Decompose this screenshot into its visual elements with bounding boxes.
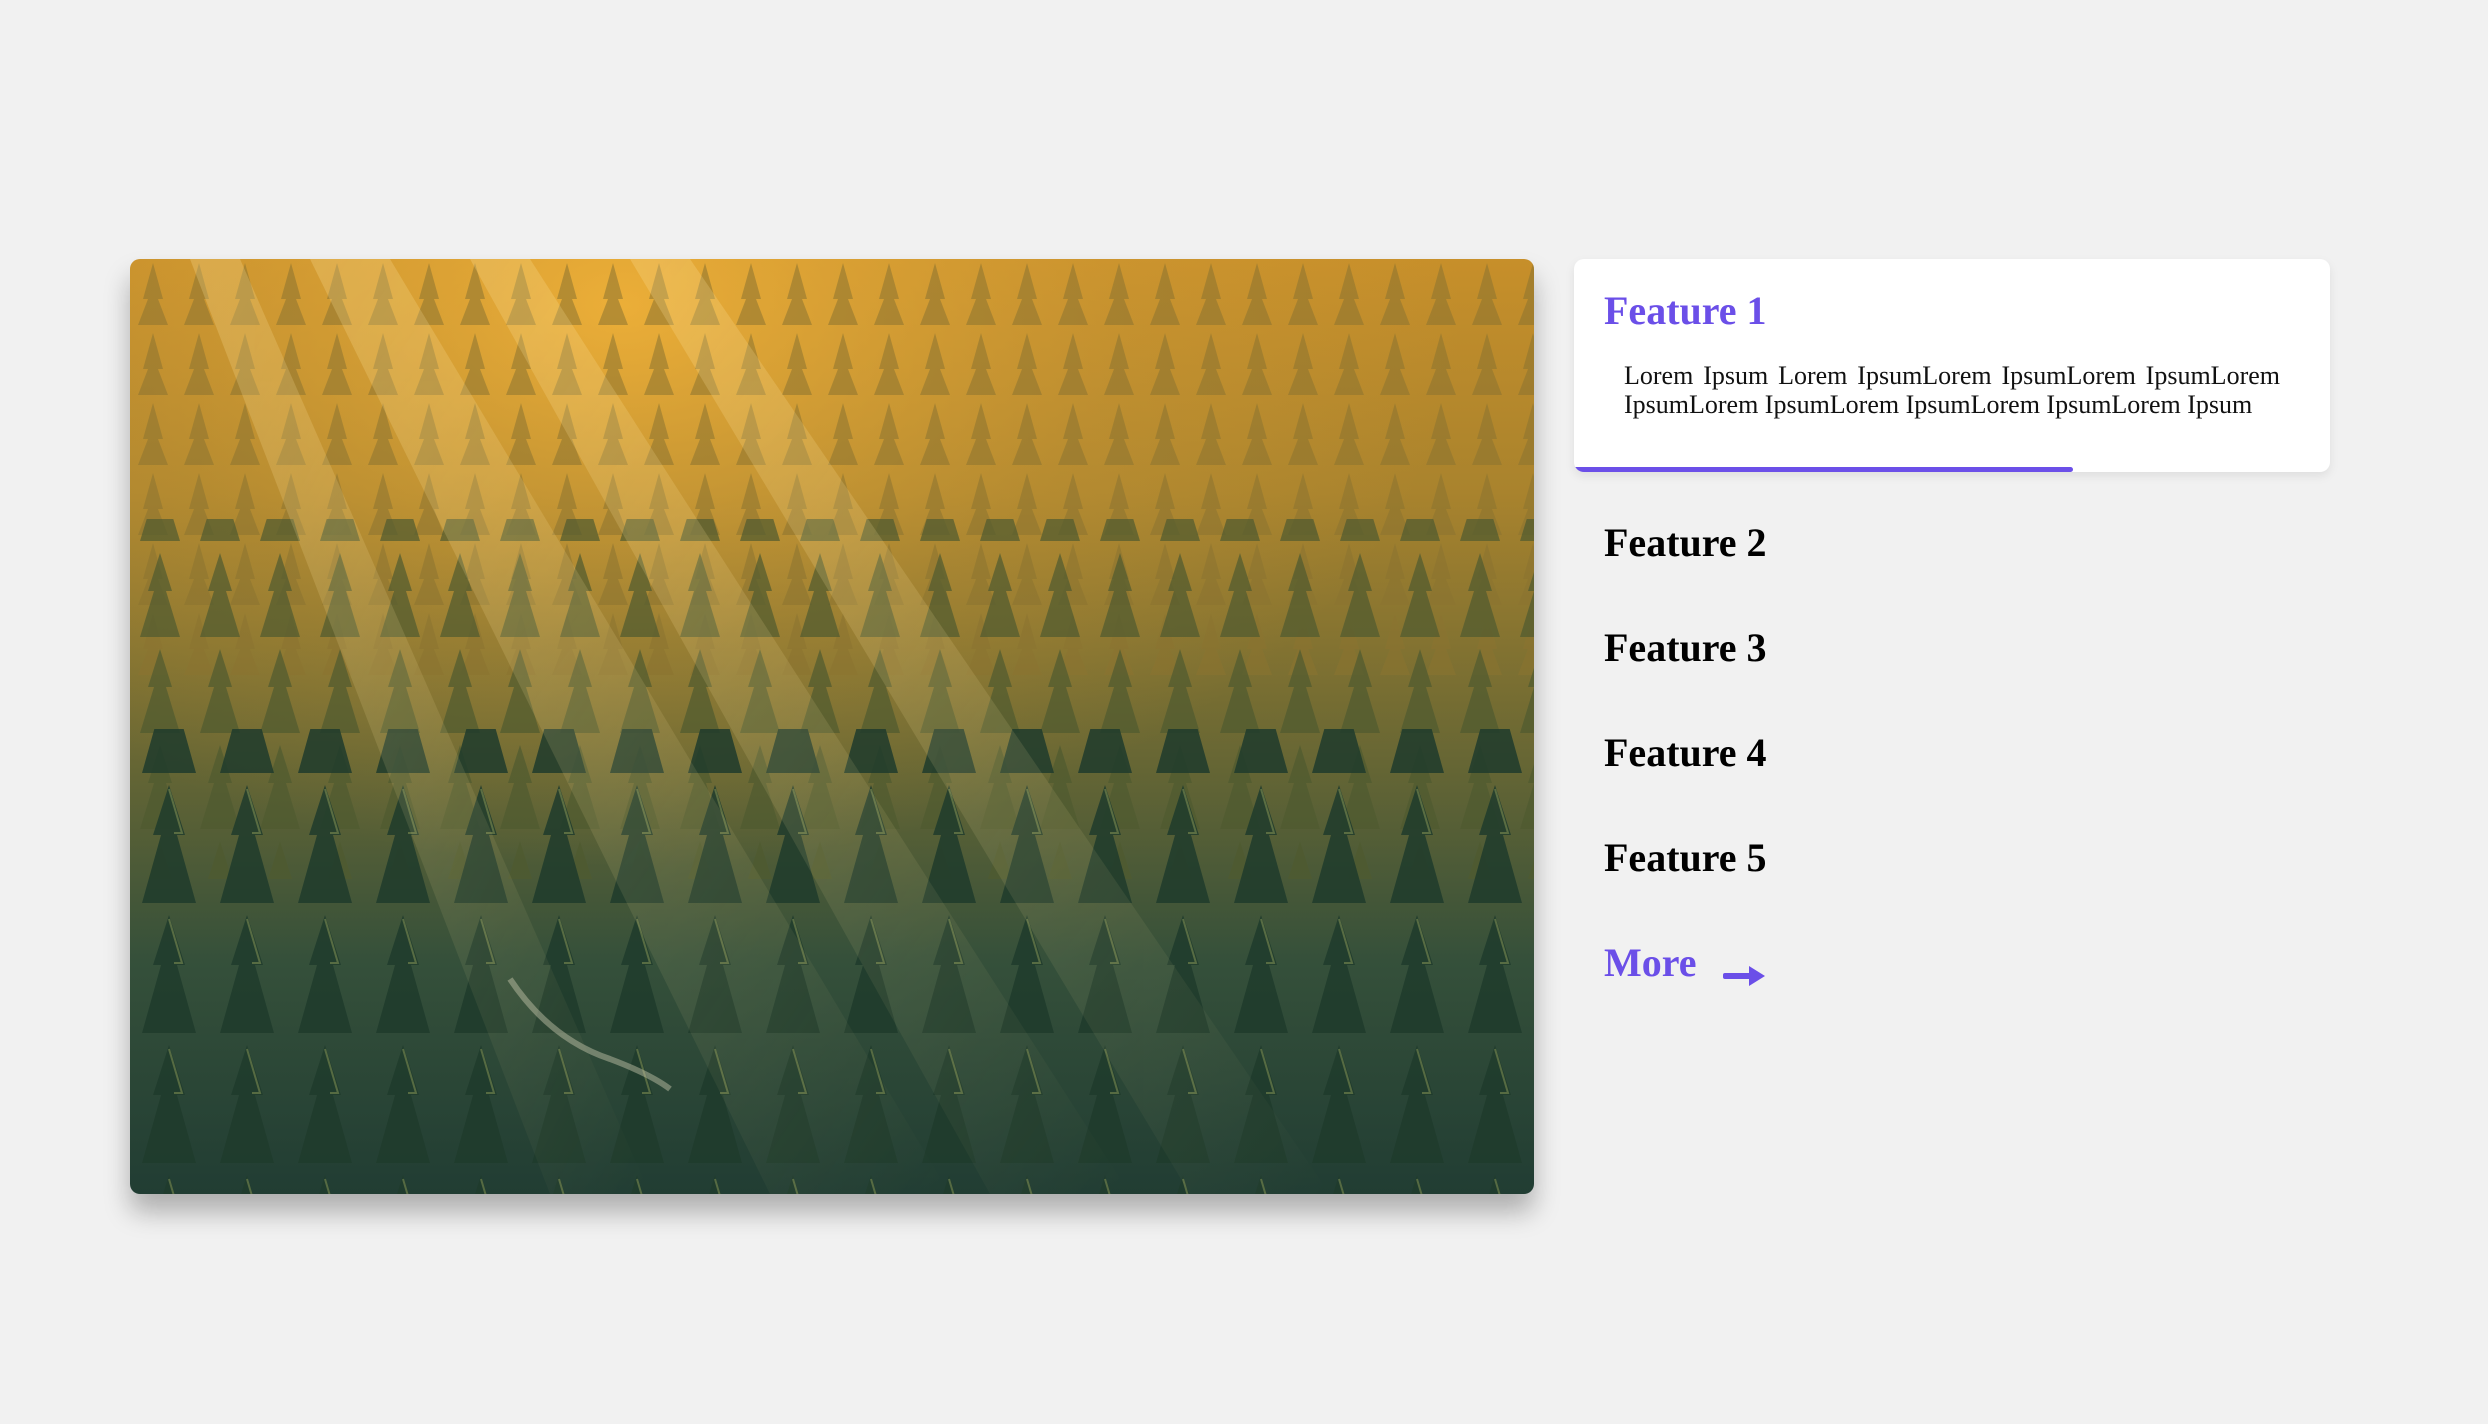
feature-item-3[interactable]: Feature 3 bbox=[1574, 624, 2330, 672]
more-label: More bbox=[1604, 940, 1697, 985]
feature-card-active[interactable]: Feature 1 Lorem Ipsum Lorem IpsumLorem I… bbox=[1574, 259, 2330, 472]
feature-progress-fill bbox=[1574, 467, 2073, 472]
feature-item-5[interactable]: Feature 5 bbox=[1574, 834, 2330, 882]
feature-list: Feature 1 Lorem Ipsum Lorem IpsumLorem I… bbox=[1574, 259, 2330, 987]
more-link[interactable]: More bbox=[1574, 939, 1767, 987]
page: Feature 1 Lorem Ipsum Lorem IpsumLorem I… bbox=[0, 0, 2488, 1424]
hero-image bbox=[130, 259, 1534, 1194]
feature-description: Lorem Ipsum Lorem IpsumLorem IpsumLorem … bbox=[1624, 361, 2280, 419]
arrow-right-icon bbox=[1722, 951, 1767, 986]
feature-item-4[interactable]: Feature 4 bbox=[1574, 729, 2330, 777]
feature-item-2[interactable]: Feature 2 bbox=[1574, 519, 2330, 567]
feature-title: Feature 1 bbox=[1604, 288, 1767, 333]
feature-progress bbox=[1574, 467, 2330, 472]
forest-image bbox=[130, 259, 1534, 1194]
